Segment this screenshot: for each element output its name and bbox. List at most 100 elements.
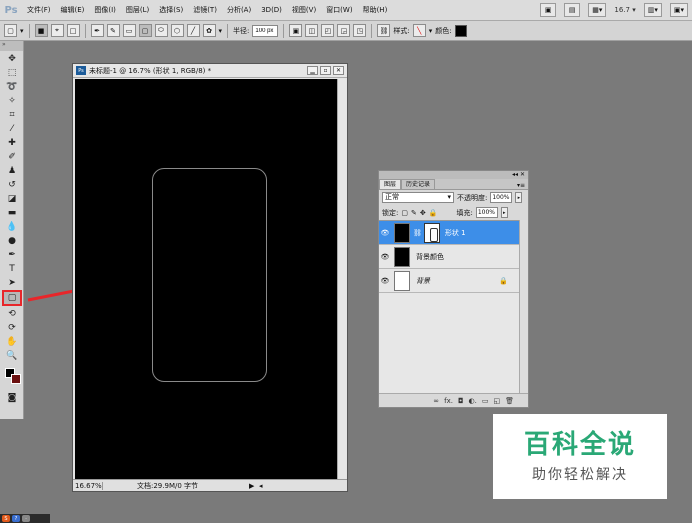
taskbar-app-icon[interactable]: ·	[22, 515, 30, 522]
brush-tool[interactable]: ✐	[4, 150, 20, 163]
lock-pixels-icon[interactable]: ✎	[411, 209, 417, 217]
radius-input[interactable]	[252, 24, 279, 37]
visibility-eye-icon[interactable]: 👁	[379, 277, 391, 285]
add-mask-icon[interactable]: ◘	[458, 397, 464, 405]
move-tool[interactable]: ✥	[4, 52, 20, 65]
lock-transparent-icon[interactable]: ▢	[401, 209, 408, 217]
rectangle-shape-button[interactable]: ▭	[122, 24, 136, 37]
quick-mask-button[interactable]: ◙	[4, 391, 20, 404]
custom-shape-button[interactable]: ✿	[202, 24, 216, 37]
layer-row-background[interactable]: 👁 背景 🔒	[379, 269, 520, 293]
dodge-tool[interactable]: ●	[4, 234, 20, 247]
history-brush-tool[interactable]: ↺	[4, 178, 20, 191]
subtract-shape-button[interactable]: ◰	[321, 24, 335, 37]
polygon-shape-button[interactable]: ⬡	[170, 24, 184, 37]
link-style-button[interactable]: ⛓	[377, 24, 391, 37]
maximize-button[interactable]: ▫	[320, 66, 331, 75]
opacity-slider-button[interactable]: ▸	[515, 192, 523, 203]
close-icon[interactable]: ✕	[520, 171, 525, 178]
arrange-documents-button[interactable]: ▥▾	[643, 3, 662, 17]
vector-mask-thumbnail[interactable]	[423, 222, 440, 243]
view-extras-button[interactable]: ▦▾	[588, 3, 607, 17]
menu-analysis[interactable]: 分析(A)	[222, 0, 256, 21]
healing-brush-tool[interactable]: ✚	[4, 136, 20, 149]
launch-mini-bridge-button[interactable]: ▤	[564, 3, 581, 17]
eyedropper-tool[interactable]: ⁄	[4, 122, 20, 135]
new-shape-layer-button[interactable]: ▣	[289, 24, 303, 37]
3d-rotate-tool[interactable]: ⟲	[4, 307, 20, 320]
link-layers-icon[interactable]: ∞	[433, 397, 439, 405]
style-picker[interactable]: ╲	[412, 24, 426, 37]
zoom-field[interactable]: 16.67%	[73, 481, 103, 490]
paths-mode-button[interactable]: ⌖	[50, 24, 64, 37]
menu-filter[interactable]: 滤镜(T)	[188, 0, 222, 21]
lock-position-icon[interactable]: ✥	[420, 209, 426, 217]
hand-tool[interactable]: ✋	[4, 335, 20, 348]
screen-mode-button[interactable]: ▣▾	[669, 3, 688, 17]
tool-preset-picker[interactable]: ▢	[4, 24, 17, 37]
menu-edit[interactable]: 编辑(E)	[56, 0, 90, 21]
layer-row-background-color[interactable]: 👁 背景颜色	[379, 245, 520, 269]
menu-select[interactable]: 选择(S)	[154, 0, 188, 21]
layer-style-icon[interactable]: fx.	[444, 397, 453, 405]
fill-pixels-mode-button[interactable]: □	[66, 24, 80, 37]
rounded-rectangle-tool[interactable]: ▢	[2, 290, 22, 306]
crop-tool[interactable]: ⌗	[4, 108, 20, 121]
lock-all-icon[interactable]: 🔒	[429, 209, 438, 217]
exclude-shape-button[interactable]: ◳	[353, 24, 367, 37]
pen-tool-button[interactable]: ✒	[90, 24, 104, 37]
document-canvas[interactable]	[75, 79, 337, 480]
3d-orbit-tool[interactable]: ⟳	[4, 321, 20, 334]
zoom-level-menu[interactable]: 16.7 ▾	[614, 6, 635, 14]
marquee-tool[interactable]: ⬚	[4, 66, 20, 79]
panel-header[interactable]: ◂◂ ✕	[379, 171, 528, 179]
close-button[interactable]: ✕	[333, 66, 344, 75]
menu-layer[interactable]: 图层(L)	[121, 0, 154, 21]
intersect-shape-button[interactable]: ◲	[337, 24, 351, 37]
menu-window[interactable]: 窗口(W)	[321, 0, 357, 21]
freeform-pen-button[interactable]: ✎	[106, 24, 120, 37]
fill-slider-button[interactable]: ▸	[500, 207, 508, 218]
scroll-left-icon[interactable]: ◂	[259, 482, 263, 490]
menu-file[interactable]: 文件(F)	[22, 0, 56, 21]
background-color-swatch[interactable]	[11, 374, 21, 384]
new-group-icon[interactable]: ▭	[482, 397, 489, 405]
vertical-scrollbar[interactable]	[337, 79, 346, 480]
collapse-icon[interactable]: ◂◂	[512, 171, 518, 178]
minimize-button[interactable]: ▁	[307, 66, 318, 75]
lasso-tool[interactable]: ➰	[4, 80, 20, 93]
blur-tool[interactable]: 💧	[4, 220, 20, 233]
launch-bridge-button[interactable]: ▣	[540, 3, 557, 17]
color-swatch[interactable]	[454, 24, 467, 37]
taskbar-app-icon[interactable]: ?	[12, 515, 20, 522]
toolbox-collapse-handle[interactable]: »	[0, 41, 23, 51]
status-menu-arrow[interactable]: ▶	[249, 482, 259, 490]
shape-layers-mode-button[interactable]: ■	[34, 24, 48, 37]
clone-stamp-tool[interactable]: ♟	[4, 164, 20, 177]
quick-selection-tool[interactable]: ✧	[4, 94, 20, 107]
gradient-tool[interactable]: ▬	[4, 206, 20, 219]
pen-tool[interactable]: ✒	[4, 248, 20, 261]
taskbar-app-icon[interactable]: S	[2, 515, 10, 522]
menu-image[interactable]: 图像(I)	[89, 0, 121, 21]
document-title-bar[interactable]: Ps 未标题-1 @ 16.7% (形状 1, RGB/8) * ▁ ▫ ✕	[73, 64, 347, 78]
trash-icon[interactable]: 🗑	[505, 397, 514, 405]
layer-row-shape-1[interactable]: 👁 ⛓ 形状 1	[379, 221, 520, 245]
layer-fill-thumbnail[interactable]	[394, 222, 410, 243]
layer-thumbnail[interactable]	[394, 270, 410, 291]
new-layer-icon[interactable]: ◱	[493, 397, 500, 405]
visibility-eye-icon[interactable]: 👁	[379, 229, 391, 237]
rounded-rectangle-shape-button[interactable]: ▢	[138, 24, 152, 37]
eraser-tool[interactable]: ◪	[4, 192, 20, 205]
adjustment-layer-icon[interactable]: ◐.	[469, 397, 477, 405]
add-to-shape-button[interactable]: ◫	[305, 24, 319, 37]
visibility-eye-icon[interactable]: 👁	[379, 253, 391, 261]
fill-input[interactable]: 100%	[475, 207, 498, 218]
layer-thumbnail[interactable]	[394, 246, 410, 267]
menu-3d[interactable]: 3D(D)	[256, 0, 287, 21]
zoom-tool[interactable]: 🔍	[4, 349, 20, 362]
panel-menu-icon[interactable]: ▾≡	[517, 182, 528, 189]
type-tool[interactable]: T	[4, 262, 20, 275]
path-selection-tool[interactable]: ➤	[4, 276, 20, 289]
menu-view[interactable]: 视图(V)	[287, 0, 321, 21]
